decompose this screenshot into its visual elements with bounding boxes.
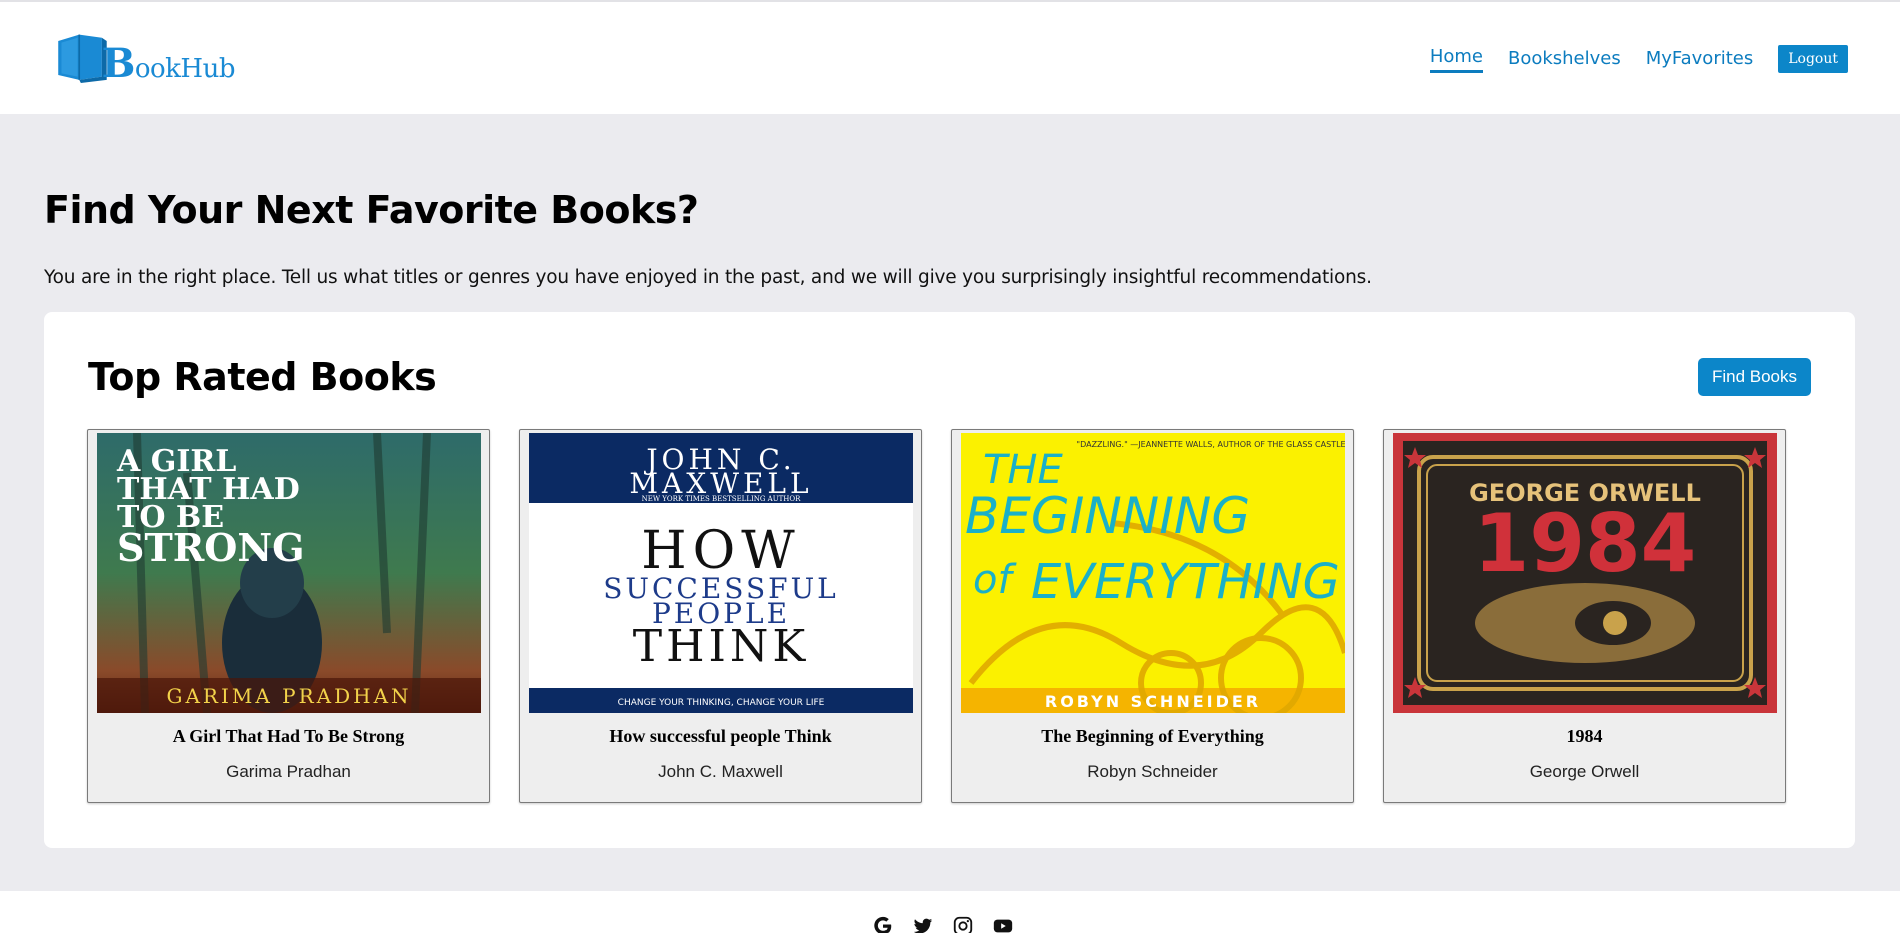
book-cover: GEORGE ORWELL 1984 xyxy=(1393,433,1777,713)
youtube-icon[interactable] xyxy=(992,915,1014,933)
nav-myfavorites[interactable]: MyFavorites xyxy=(1646,48,1754,72)
book-cover: A GIRL THAT HAD TO BE STRONG GARIMA PRAD… xyxy=(97,433,481,713)
book-author: Garima Pradhan xyxy=(226,762,351,781)
book-author: George Orwell xyxy=(1529,762,1640,781)
book-title: 1984 xyxy=(1566,726,1603,746)
nav-home[interactable]: Home xyxy=(1429,46,1483,73)
book-card[interactable]: GEORGE ORWELL 1984 1984 George Orwell xyxy=(1383,429,1786,803)
cover-author: ROBYN SCHNEIDER xyxy=(1045,692,1261,711)
cover-text: THINK xyxy=(633,621,809,672)
cover-text: of xyxy=(973,557,1017,603)
book-author: Robyn Schneider xyxy=(1087,762,1218,781)
book-card[interactable]: JOHN C. MAXWELL NEW YORK TIMES BESTSELLI… xyxy=(519,429,922,803)
logo-text: BookHub xyxy=(101,39,236,87)
main-nav: Home Bookshelves MyFavorites Logout xyxy=(1405,44,1848,73)
header: BookHub Home Bookshelves MyFavorites Log… xyxy=(0,0,1900,114)
book-author: John C. Maxwell xyxy=(658,762,783,781)
logout-button[interactable]: Logout xyxy=(1778,44,1848,73)
cover-text: BEGINNING xyxy=(965,487,1250,545)
hero-title: Find Your Next Favorite Books? xyxy=(44,188,699,232)
book-title: The Beginning of Everything xyxy=(1041,726,1264,746)
book-list: A GIRL THAT HAD TO BE STRONG GARIMA PRAD… xyxy=(87,429,1786,803)
nav-bookshelves[interactable]: Bookshelves xyxy=(1508,48,1621,72)
top-rated-title: Top Rated Books xyxy=(88,355,437,399)
instagram-icon[interactable] xyxy=(952,915,974,933)
find-books-button[interactable]: Find Books xyxy=(1698,358,1811,396)
google-icon[interactable] xyxy=(872,915,894,933)
cover-quote: "DAZZLING." —JEANNETTE WALLS, AUTHOR OF … xyxy=(1076,440,1345,449)
book-title: A Girl That Had To Be Strong xyxy=(172,726,405,746)
book-card[interactable]: "DAZZLING." —JEANNETTE WALLS, AUTHOR OF … xyxy=(951,429,1354,803)
book-card[interactable]: A GIRL THAT HAD TO BE STRONG GARIMA PRAD… xyxy=(87,429,490,803)
book-title: How successful people Think xyxy=(609,726,832,746)
twitter-icon[interactable] xyxy=(912,915,934,933)
bookhub-logo[interactable]: BookHub xyxy=(55,26,236,90)
cover-subtitle: CHANGE YOUR THINKING, CHANGE YOUR LIFE xyxy=(618,698,825,708)
cover-title: 1984 xyxy=(1474,497,1697,590)
book-cover: JOHN C. MAXWELL NEW YORK TIMES BESTSELLI… xyxy=(529,433,913,713)
cover-author: GARIMA PRADHAN xyxy=(166,684,411,708)
top-rated-panel: Top Rated Books Find Books A GIRL THAT H… xyxy=(44,312,1855,848)
social-links xyxy=(872,915,1014,933)
footer xyxy=(0,891,1900,933)
cover-text: EVERYTHING xyxy=(1031,554,1340,610)
cover-tagline: NEW YORK TIMES BESTSELLING AUTHOR xyxy=(642,495,802,503)
book-cover: "DAZZLING." —JEANNETTE WALLS, AUTHOR OF … xyxy=(961,433,1345,713)
cover-text: STRONG xyxy=(117,525,305,570)
hero-description: You are in the right place. Tell us what… xyxy=(44,267,1372,288)
